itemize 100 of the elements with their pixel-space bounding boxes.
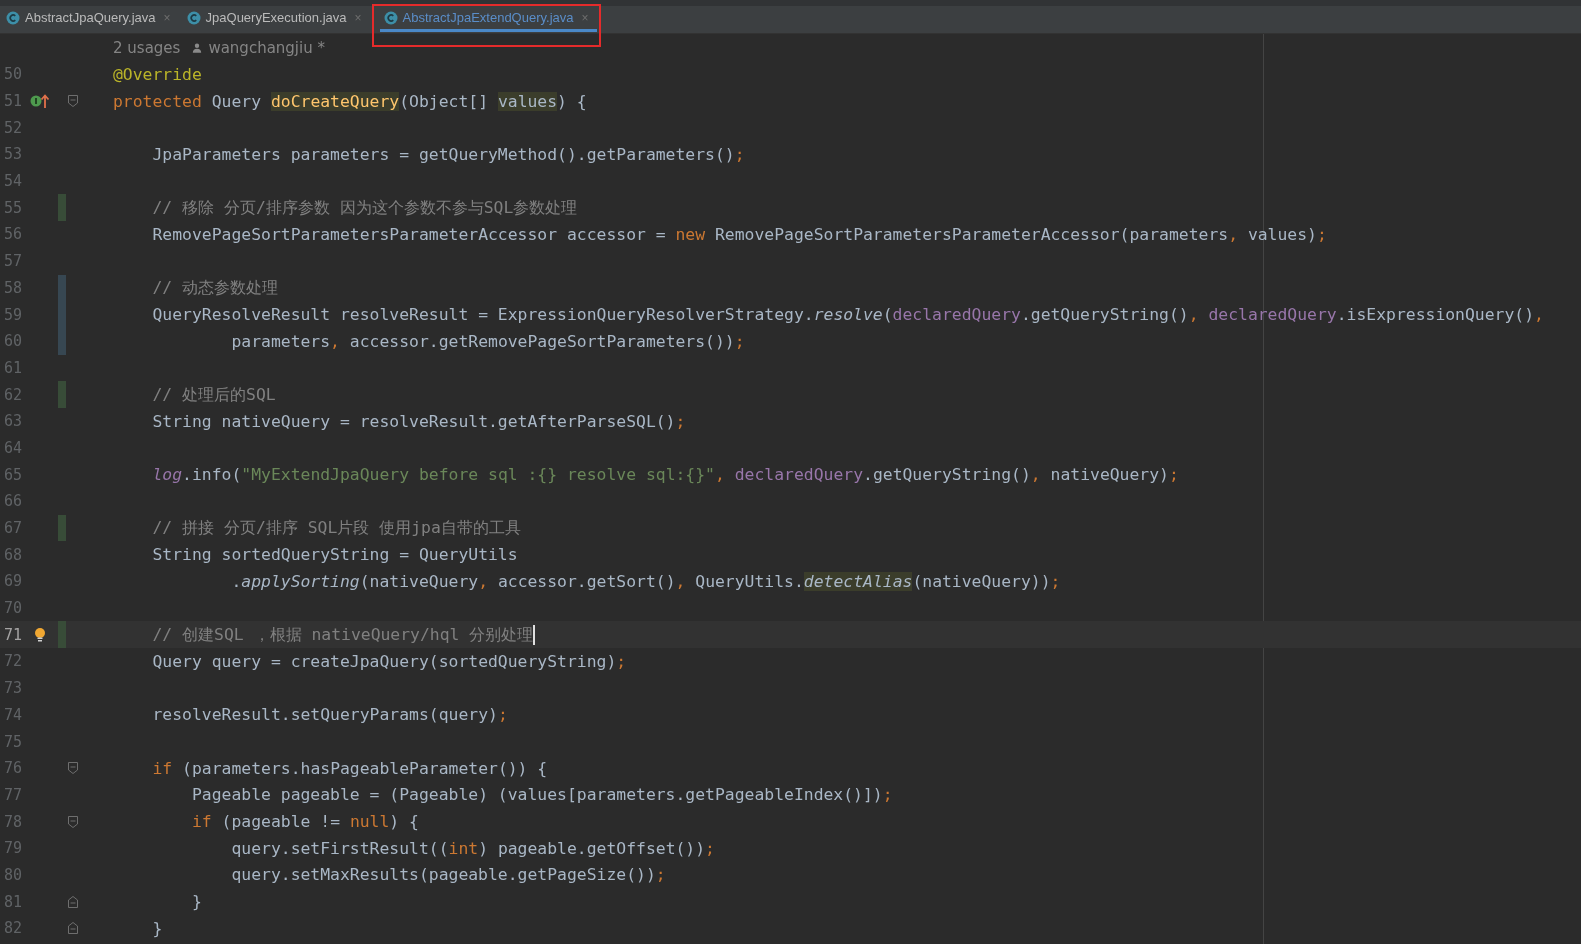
class-icon <box>6 10 20 25</box>
fold-icon[interactable] <box>67 761 79 776</box>
override-icon[interactable] <box>30 93 50 110</box>
punctuation: ; <box>734 331 745 351</box>
code-text: ) { <box>389 812 419 832</box>
code-text: (nativeQuery)) <box>912 571 1051 591</box>
change-marker[interactable] <box>58 327 66 355</box>
code-comment: // 创建SQL ，根据 nativeQuery/hql 分别处理 <box>152 623 534 646</box>
punctuation: , <box>1188 305 1199 325</box>
line-number: 54 <box>2 172 22 191</box>
line-number: 61 <box>2 358 22 377</box>
editor-tab[interactable]: JpaQueryExecution.java × <box>182 6 370 32</box>
method-name: applySorting <box>241 571 360 591</box>
punctuation: , <box>478 571 488 591</box>
method-name: detectAlias <box>803 571 913 591</box>
line-number: 75 <box>2 732 22 751</box>
code-text: (Object[] <box>399 91 489 111</box>
code-text: (pageable != <box>221 812 341 832</box>
change-marker[interactable] <box>58 274 66 302</box>
code-text: .getQueryString() <box>863 465 1031 485</box>
code-comment: // 移除 分页/排序参数 因为这个参数不参与SQL参数处理 <box>152 196 578 219</box>
line-number: 53 <box>2 145 22 164</box>
editor-tab[interactable]: AbstractJpaQuery.java × <box>2 6 179 32</box>
keyword: int <box>448 838 479 858</box>
line-number: 77 <box>2 785 22 804</box>
line-number: 64 <box>2 438 22 457</box>
code-text: } <box>152 918 163 938</box>
line-number: 73 <box>2 679 22 698</box>
punctuation: , <box>1534 305 1544 325</box>
method-name: doCreateQuery <box>270 91 400 111</box>
class-icon <box>383 10 398 25</box>
annotation: @Override <box>113 64 202 84</box>
line-number: 68 <box>2 545 22 564</box>
line-number: 74 <box>2 705 22 724</box>
code-text: values) <box>1247 224 1317 244</box>
line-number: 76 <box>2 759 22 778</box>
punctuation: ; <box>734 144 745 164</box>
line-number: 67 <box>2 519 22 538</box>
line-number: 72 <box>2 652 22 671</box>
author-hint[interactable]: wangchangjiu * <box>208 38 325 57</box>
editor-tab[interactable]: AbstractJpaExtendQuery.java × <box>379 6 597 32</box>
line-number: 69 <box>2 572 22 591</box>
close-button[interactable]: × <box>354 10 362 25</box>
code-text: ) { <box>557 91 587 111</box>
code-text: RemovePageSortParametersParameterAccessor(parameters <box>715 224 1229 244</box>
line-number: 66 <box>2 492 22 511</box>
code-text: Query query = createJpaQuery(sortedQueryString) <box>152 651 617 671</box>
punctuation: , <box>675 571 686 591</box>
keyword: if <box>191 812 212 832</box>
close-button[interactable]: × <box>163 10 171 25</box>
fold-icon[interactable] <box>67 94 79 109</box>
code-text: ) pageable.getOffset()) <box>478 838 706 858</box>
punctuation: , <box>1030 465 1041 485</box>
code-text: Pageable pageable = (Pageable) (values[parameters.getPageableIndex()]) <box>191 785 883 805</box>
code-text: parameters <box>231 331 331 351</box>
punctuation: ; <box>1168 465 1179 485</box>
line-number: 71 <box>2 625 22 644</box>
punctuation: ; <box>655 865 666 885</box>
line-number: 59 <box>2 305 22 324</box>
code-text: String nativeQuery = resolveResult.getAfterParseSQL() <box>152 411 676 431</box>
change-marker[interactable] <box>58 381 66 408</box>
field-name: log <box>152 465 183 485</box>
class-icon <box>186 10 201 25</box>
unfold-icon[interactable] <box>67 894 79 909</box>
punctuation: ; <box>1316 224 1327 244</box>
field-name: declaredQuery <box>1208 305 1337 325</box>
line-number: 70 <box>2 599 22 618</box>
code-text: JpaParameters parameters = getQueryMethod().getParameters() <box>152 144 735 164</box>
line-number: 56 <box>2 225 22 244</box>
punctuation: ; <box>705 838 715 858</box>
unfold-icon[interactable] <box>67 921 79 936</box>
lightbulb-icon[interactable] <box>34 626 46 643</box>
keyword: new <box>675 224 706 244</box>
change-marker[interactable] <box>58 514 66 542</box>
change-marker[interactable] <box>58 621 66 649</box>
code-text: QueryResolveResult resolveResult = ExpressionQueryResolverStrategy. <box>152 305 814 325</box>
code-text: resolveResult.setQueryParams(query) <box>152 705 498 725</box>
change-marker[interactable] <box>58 194 66 222</box>
punctuation: , <box>1228 224 1238 244</box>
punctuation: ; <box>497 705 508 725</box>
line-number: 60 <box>2 332 22 351</box>
line-number: 57 <box>2 252 22 271</box>
line-number: 65 <box>2 465 22 484</box>
code-text: QueryUtils. <box>695 571 804 591</box>
line-number: 52 <box>2 118 22 137</box>
fold-icon[interactable] <box>67 814 79 829</box>
field-name: declaredQuery <box>734 465 864 485</box>
keyword: protected <box>113 91 202 111</box>
line-number: 63 <box>2 412 22 431</box>
code-text: . <box>231 571 242 591</box>
parameter-name: values <box>497 91 558 111</box>
string-literal: "MyExtendJpaQuery before sql :{} resolve sql:{}" <box>241 465 715 485</box>
usages-hint[interactable]: 2 usages <box>113 38 181 57</box>
close-button[interactable]: × <box>581 10 589 25</box>
field-name: declaredQuery <box>892 305 1021 325</box>
line-number: 78 <box>2 812 22 831</box>
code-comment: // 处理后的SQL <box>152 383 276 406</box>
line-number: 55 <box>2 198 22 217</box>
method-name: resolve <box>813 305 883 325</box>
keyword: if <box>152 758 173 778</box>
